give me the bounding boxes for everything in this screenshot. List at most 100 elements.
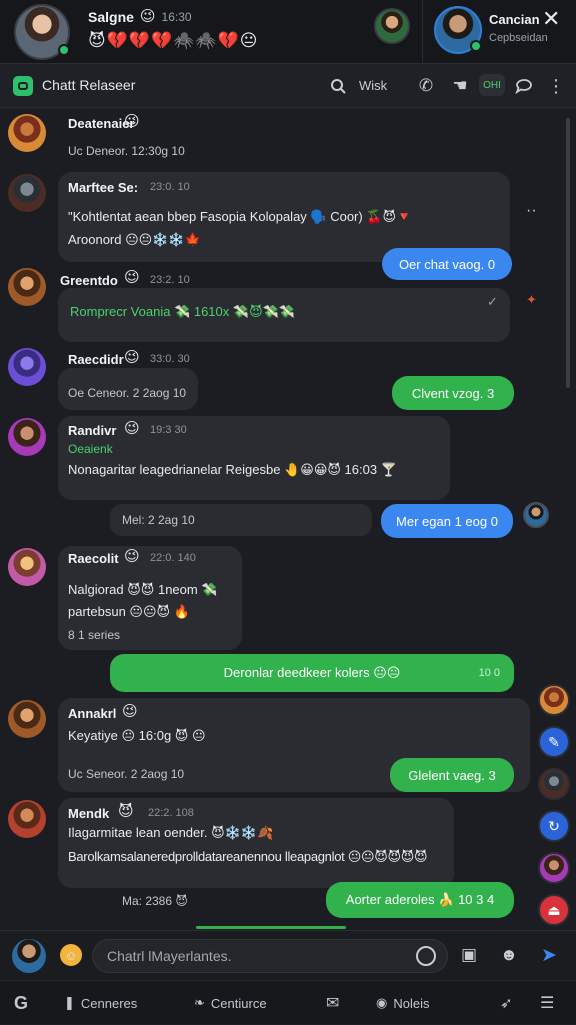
reaction-icon[interactable]: ☚ [448,74,472,98]
search-icon[interactable] [326,74,350,98]
sender-name: Raecolit [68,551,119,566]
message-text: Nonagaritar leagedrianelar Reigesbe 🤚😀😀😈… [68,462,397,477]
nav-label: Centiurce [210,995,267,1011]
sticker-icon[interactable]: ☻ [498,944,520,966]
message-text: 8 1 series [68,628,121,642]
sender-emoji: 😉 [124,420,140,437]
read-check-icon: ✓ [487,294,498,309]
message-text: Romprecr Voania 💸 1610x 💸😈💸💸 [70,304,295,319]
more-dots-icon[interactable]: ·· [526,202,537,220]
chat-icon[interactable] [512,74,536,98]
edit-icon[interactable]: ✎ [538,726,570,758]
outgoing-message[interactable]: Mer egan 1 eog 0 [381,504,513,538]
rail-avatar[interactable] [538,852,570,884]
nav-label: Cenneres [80,995,138,1011]
sender-avatar[interactable] [8,700,46,738]
top-bar: Salgne 😉 16:30 😈💔💔💔🕷️🕷️💔😐 Cancian Cepbse… [0,0,576,64]
contact-name: Salgne [88,9,134,25]
group-avatar[interactable] [374,8,410,44]
contacts-icon: ❚ [64,995,75,1010]
search-label[interactable]: Wisk [359,78,387,93]
chat-app-icon [13,76,33,96]
compose-icon[interactable]: ✉ [326,981,339,1025]
tag-icon[interactable]: OHI [479,74,505,96]
nav-label: Noleis [393,995,430,1011]
message-bubble[interactable] [58,416,450,500]
sender-avatar[interactable] [8,548,46,586]
online-status-icon [58,44,70,56]
composer: ☺ Chatrl lMayerlantes. ▣ ☻ ➤ [0,930,576,980]
bottom-nav: G ❚ Cenneres ❧ Centiurce ✉ ◉ Noleis ➶ ☰ [0,980,576,1024]
message-text: Nalgiorad 😈😈 1neom 💸 [68,582,218,597]
refresh-icon[interactable]: ↻ [538,810,570,842]
outgoing-message[interactable]: Aorter aderoles 🍌 10 3 4 [326,882,514,918]
message-subtitle: Oeaienk [68,442,113,456]
sender-avatar[interactable] [8,800,46,838]
menu-icon[interactable]: ☰ [540,981,554,1025]
rail-avatar[interactable] [538,684,570,716]
message-time: 22:2. 108 [148,807,194,819]
sender-avatar[interactable] [8,268,46,306]
outgoing-message[interactable]: Oer chat vaog. 0 [382,248,512,280]
nav-item-contacts[interactable]: ❚ Cenneres [64,981,137,1025]
sender-emoji: 😉 [124,548,140,565]
scrollbar[interactable] [566,118,570,388]
message-time: 19:3 30 [150,424,187,436]
profile-subtitle: Cepbseidan [489,32,548,44]
outgoing-message[interactable]: Clvent vzog. 3 [392,376,514,410]
leaf-icon: ❧ [194,995,205,1010]
sparkle-icon: ✦ [526,292,537,307]
profile-name: Cancian [489,12,540,27]
message-text: partebsun 😐😐😈 🔥 [68,604,190,619]
message-text: Uc Deneor. 12:30g 10 [68,144,185,158]
outgoing-time: 10 0 [478,667,500,679]
online-status-icon [470,40,482,52]
home-icon[interactable]: G [14,981,28,1025]
reply-time: Mel: 2 2ag 10 [122,513,195,527]
sender-avatar[interactable] [8,174,46,212]
message-text: Barolkamsalaneredprolldatareanennou llea… [68,849,428,864]
message-text: Ilagarmitae lean oender. 😈❄️❄️🍂 [68,825,274,840]
contact-title-row: Salgne 😉 16:30 [88,8,192,26]
status-emoji: 😉 [139,8,156,25]
sender-avatar[interactable] [8,418,46,456]
message-time: 23:0. 10 [150,181,190,193]
alert-icon[interactable]: ⏏ [538,894,570,926]
contact-time: 16:30 [161,10,192,24]
close-icon[interactable]: ✕ [542,6,560,32]
message-text: Oe Ceneor. 2 2aog 10 [68,386,187,400]
message-time: 33:0. 30 [150,353,190,365]
divider [422,0,423,64]
nav-item-notes[interactable]: ◉ Noleis [376,981,429,1025]
outgoing-message[interactable]: Deronlar deedkeer kolers 😐😐 10 0 [110,654,514,692]
message-text: Keyatiye 😐 16:0g 😈 😐 [68,728,206,743]
record-icon[interactable] [416,946,436,966]
more-icon[interactable]: ⋮ [546,74,566,98]
nav-item-content[interactable]: ❧ Centiurce [194,981,267,1025]
camera-icon[interactable]: ▣ [458,944,480,966]
sender-avatar[interactable] [8,114,46,152]
emoji-picker-icon[interactable]: ☺ [60,944,82,966]
message-list[interactable]: Deatenaier 😉 Uc Deneor. 12:30g 10 Marfte… [0,108,576,930]
send-icon[interactable]: ➤ [538,944,560,966]
my-avatar[interactable] [12,939,46,973]
message-text: "Kohtlentat aean bbep Fasopia Kolopalay … [68,209,413,224]
sender-emoji: 😈 [118,803,134,820]
emoji-row: 😈💔💔💔🕷️🕷️💔😐 [88,31,259,50]
sender-name: Annakrl [68,706,117,721]
sender-avatar[interactable] [8,348,46,386]
message-time: 22:0. 140 [150,552,196,564]
share-icon[interactable]: ➶ [500,981,513,1025]
chat-header: Chatt Relaseer Wisk ✆ ☚ OHI ⋮ [0,64,576,108]
outgoing-message[interactable]: Glelent vaeg. 3 [390,758,514,792]
message-text: Uc Seneor. 2 2aog 10 [68,767,185,781]
message-text: Ma: 2386 😈 [122,894,188,908]
outgoing-text: Deronlar deedkeer kolers 😐😐 [223,665,401,680]
chat-title: Chatt Relaseer [42,77,136,93]
phone-icon[interactable]: ✆ [414,74,438,98]
scroll-indicator [196,926,346,929]
message-input[interactable]: Chatrl lMayerlantes. [92,939,448,973]
sender-name: Raecdidr [68,352,124,367]
rail-avatar[interactable] [538,768,570,800]
sender-name: Greentdo [60,273,118,288]
